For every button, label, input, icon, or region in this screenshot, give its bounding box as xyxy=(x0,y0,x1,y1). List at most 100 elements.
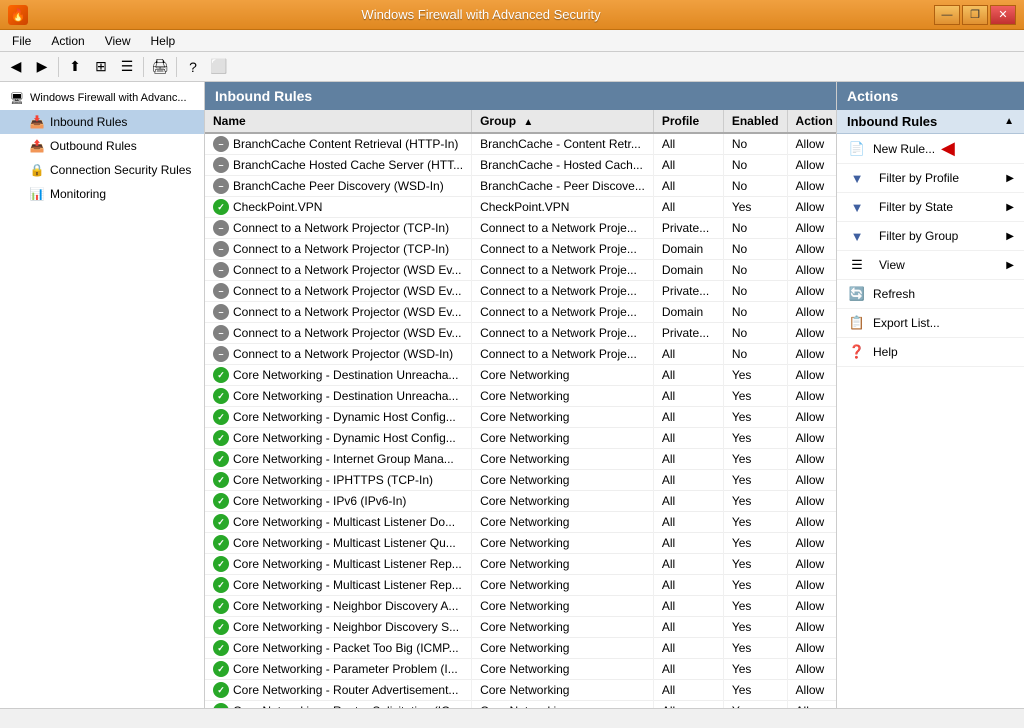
table-row[interactable]: Core Networking - Destination Unreacha..… xyxy=(205,365,836,386)
rule-name-cell: Core Networking - Neighbor Discovery A..… xyxy=(205,596,472,617)
rule-group: Core Networking xyxy=(472,428,654,449)
rule-profile: Private... xyxy=(653,218,723,239)
rule-status-icon xyxy=(213,619,229,635)
rule-group: Core Networking xyxy=(472,638,654,659)
menu-action[interactable]: Action xyxy=(43,32,92,50)
table-row[interactable]: Core Networking - IPHTTPS (TCP-In)Core N… xyxy=(205,470,836,491)
table-row[interactable]: Connect to a Network Projector (TCP-In)C… xyxy=(205,239,836,260)
rule-status-icon xyxy=(213,262,229,278)
rule-name: Core Networking - Packet Too Big (ICMP..… xyxy=(233,641,459,655)
toolbar-show-hide[interactable]: ⊞ xyxy=(89,55,113,79)
rule-name-cell: Connect to a Network Projector (TCP-In) xyxy=(205,218,472,239)
table-row[interactable]: Core Networking - Multicast Listener Rep… xyxy=(205,575,836,596)
rule-status-icon xyxy=(213,388,229,404)
col-group[interactable]: Group ▲ xyxy=(472,110,654,133)
action-help[interactable]: ❓ Help xyxy=(837,338,1024,367)
table-row[interactable]: Connect to a Network Projector (WSD Ev..… xyxy=(205,323,836,344)
action-new-rule[interactable]: 📄 New Rule... ◀ xyxy=(837,134,1024,164)
table-row[interactable]: Core Networking - Multicast Listener Qu.… xyxy=(205,533,836,554)
toolbar-forward[interactable]: ▶ xyxy=(30,55,54,79)
rule-profile: Private... xyxy=(653,323,723,344)
rule-action: Allow xyxy=(787,386,836,407)
rule-action: Allow xyxy=(787,428,836,449)
table-row[interactable]: Core Networking - Parameter Problem (I..… xyxy=(205,659,836,680)
toolbar-list[interactable]: ☰ xyxy=(115,55,139,79)
filter-state-label: Filter by State xyxy=(879,200,1006,214)
nav-root[interactable]: 🖥 Windows Firewall with Advanc... xyxy=(0,86,204,110)
action-export-list[interactable]: 📋 Export List... xyxy=(837,309,1024,338)
menu-file[interactable]: File xyxy=(4,32,39,50)
rule-group: Core Networking xyxy=(472,512,654,533)
minimize-button[interactable]: — xyxy=(934,5,960,25)
table-row[interactable]: BranchCache Content Retrieval (HTTP-In)B… xyxy=(205,133,836,155)
restore-button[interactable]: ❐ xyxy=(962,5,988,25)
table-row[interactable]: Core Networking - Neighbor Discovery A..… xyxy=(205,596,836,617)
rule-name: CheckPoint.VPN xyxy=(233,200,322,214)
action-refresh[interactable]: 🔄 Refresh xyxy=(837,280,1024,309)
table-row[interactable]: Core Networking - Internet Group Mana...… xyxy=(205,449,836,470)
table-row[interactable]: Connect to a Network Projector (WSD Ev..… xyxy=(205,302,836,323)
close-button[interactable]: ✕ xyxy=(990,5,1016,25)
rule-name: Core Networking - Dynamic Host Config... xyxy=(233,410,456,424)
help-label: Help xyxy=(873,345,898,359)
rule-enabled: No xyxy=(723,218,787,239)
table-row[interactable]: Core Networking - Dynamic Host Config...… xyxy=(205,407,836,428)
action-view[interactable]: ☰ View ▶ xyxy=(837,251,1024,280)
nav-inbound-rules[interactable]: 📥 Inbound Rules xyxy=(0,110,204,134)
rule-group: Core Networking xyxy=(472,596,654,617)
rule-enabled: No xyxy=(723,155,787,176)
table-row[interactable]: Connect to a Network Projector (TCP-In)C… xyxy=(205,218,836,239)
rule-enabled: Yes xyxy=(723,512,787,533)
rule-enabled: Yes xyxy=(723,701,787,709)
toolbar-up[interactable]: ⬆ xyxy=(63,55,87,79)
rule-status-icon xyxy=(213,346,229,362)
toolbar-print[interactable]: 🖨 xyxy=(148,55,172,79)
action-filter-group[interactable]: ▼ Filter by Group ▶ xyxy=(837,222,1024,251)
toolbar-sep-2 xyxy=(143,57,144,77)
rule-name: BranchCache Content Retrieval (HTTP-In) xyxy=(233,137,458,151)
col-action[interactable]: Action xyxy=(787,110,836,133)
table-row[interactable]: Core Networking - IPv6 (IPv6-In)Core Net… xyxy=(205,491,836,512)
rule-enabled: Yes xyxy=(723,197,787,218)
toolbar-properties[interactable]: ⬜ xyxy=(207,55,231,79)
actions-sub-header: Inbound Rules ▲ xyxy=(837,110,1024,134)
rule-enabled: Yes xyxy=(723,575,787,596)
table-row[interactable]: Core Networking - Dynamic Host Config...… xyxy=(205,428,836,449)
rule-profile: All xyxy=(653,680,723,701)
rule-action: Allow xyxy=(787,218,836,239)
rule-group: Connect to a Network Proje... xyxy=(472,344,654,365)
menu-view[interactable]: View xyxy=(97,32,139,50)
nav-outbound-rules[interactable]: 📤 Outbound Rules xyxy=(0,134,204,158)
table-row[interactable]: Core Networking - Multicast Listener Do.… xyxy=(205,512,836,533)
col-enabled[interactable]: Enabled xyxy=(723,110,787,133)
action-filter-profile[interactable]: ▼ Filter by Profile ▶ xyxy=(837,164,1024,193)
table-row[interactable]: CheckPoint.VPNCheckPoint.VPNAllYesAllow xyxy=(205,197,836,218)
col-name[interactable]: Name xyxy=(205,110,472,133)
nav-monitoring[interactable]: 📊 Monitoring xyxy=(0,182,204,206)
table-row[interactable]: Core Networking - Multicast Listener Rep… xyxy=(205,554,836,575)
nav-connection-security[interactable]: 🔒 Connection Security Rules xyxy=(0,158,204,182)
action-filter-state[interactable]: ▼ Filter by State ▶ xyxy=(837,193,1024,222)
table-row[interactable]: Core Networking - Router Solicitation (I… xyxy=(205,701,836,709)
table-row[interactable]: Connect to a Network Projector (WSD-In)C… xyxy=(205,344,836,365)
col-profile[interactable]: Profile xyxy=(653,110,723,133)
toolbar-back[interactable]: ◀ xyxy=(4,55,28,79)
table-row[interactable]: Core Networking - Neighbor Discovery S..… xyxy=(205,617,836,638)
rule-status-icon xyxy=(213,640,229,656)
table-row[interactable]: Core Networking - Destination Unreacha..… xyxy=(205,386,836,407)
window-controls: — ❐ ✕ xyxy=(934,5,1016,25)
table-row[interactable]: Core Networking - Router Advertisement..… xyxy=(205,680,836,701)
rule-enabled: Yes xyxy=(723,470,787,491)
filter-profile-icon: ▼ xyxy=(847,168,867,188)
table-row[interactable]: BranchCache Hosted Cache Server (HTT...B… xyxy=(205,155,836,176)
table-row[interactable]: Core Networking - Packet Too Big (ICMP..… xyxy=(205,638,836,659)
rules-table[interactable]: Name Group ▲ Profile Enabled Action Bran… xyxy=(205,110,836,708)
table-row[interactable]: BranchCache Peer Discovery (WSD-In)Branc… xyxy=(205,176,836,197)
actions-header: Actions xyxy=(837,82,1024,110)
rule-enabled: No xyxy=(723,133,787,155)
toolbar-help[interactable]: ? xyxy=(181,55,205,79)
menu-help[interactable]: Help xyxy=(143,32,184,50)
table-row[interactable]: Connect to a Network Projector (WSD Ev..… xyxy=(205,260,836,281)
table-row[interactable]: Connect to a Network Projector (WSD Ev..… xyxy=(205,281,836,302)
rule-action: Allow xyxy=(787,659,836,680)
